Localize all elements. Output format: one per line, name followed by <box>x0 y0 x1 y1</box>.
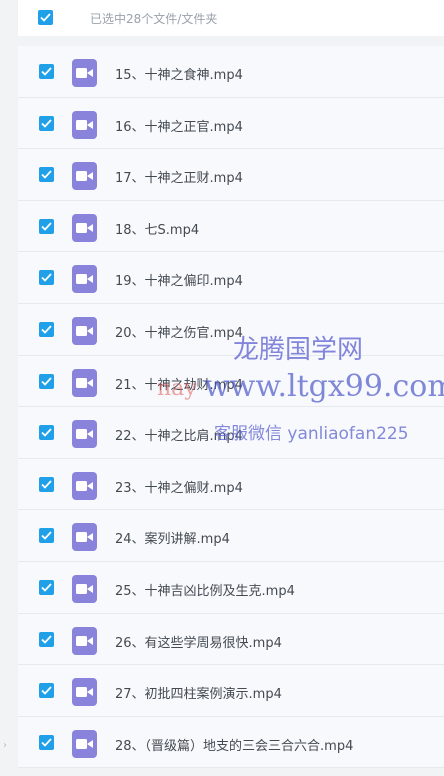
file-name[interactable]: 20、十神之伤官.mp4 <box>115 322 243 341</box>
selection-count-label: 已选中28个文件/文件夹 <box>90 12 218 26</box>
file-name[interactable]: 25、十神吉凶比例及生克.mp4 <box>115 580 295 599</box>
checkbox-checked-icon[interactable] <box>39 734 54 750</box>
checkbox-checked-icon[interactable] <box>39 64 54 79</box>
file-row[interactable]: 25、十神吉凶比例及生克.mp4 <box>18 561 444 614</box>
file-row[interactable]: 20、十神之伤官.mp4 <box>18 303 444 356</box>
file-row[interactable]: 24、案列讲解.mp4 <box>18 510 444 562</box>
file-row[interactable]: 22、十神之比肩.mp4 <box>18 407 444 459</box>
selection-header: 已选中28个文件/文件夹 <box>18 0 444 36</box>
checkbox-checked-icon[interactable] <box>39 579 54 595</box>
file-row[interactable]: 21、十神之劫财.mp4 <box>18 355 444 408</box>
file-row[interactable]: 28、（晋级篇）地支的三会三合六合.mp4 <box>18 716 444 769</box>
checkbox-checked-icon[interactable] <box>39 631 54 647</box>
file-row[interactable]: 27、初批四柱案例演示.mp4 <box>18 665 444 717</box>
select-all-checkbox[interactable] <box>38 10 53 25</box>
checkbox-checked-icon[interactable] <box>39 218 54 234</box>
video-file-icon <box>72 729 97 758</box>
file-row[interactable]: 23、十神之偏财.mp4 <box>18 458 444 511</box>
file-name[interactable]: 21、十神之劫财.mp4 <box>115 374 243 393</box>
file-row[interactable]: 16、十神之正官.mp4 <box>18 97 444 150</box>
file-name[interactable]: 17、十神之正财.mp4 <box>115 167 243 186</box>
checkbox-checked-icon[interactable] <box>39 321 54 337</box>
video-file-icon <box>72 678 97 707</box>
checkbox-checked-icon[interactable] <box>39 373 54 389</box>
file-name[interactable]: 19、十神之偏印.mp4 <box>115 270 243 289</box>
file-row[interactable]: 15、十神之食神.mp4 <box>18 46 444 98</box>
checkbox-checked-icon[interactable] <box>39 270 54 286</box>
checkbox-checked-icon[interactable] <box>39 476 54 492</box>
video-file-icon <box>72 574 97 603</box>
file-name[interactable]: 24、案列讲解.mp4 <box>115 528 230 547</box>
checkbox-checked-icon[interactable] <box>39 425 54 441</box>
video-file-icon <box>72 110 97 139</box>
file-row[interactable]: 26、有这些学周易很快.mp4 <box>18 613 444 666</box>
file-name[interactable]: 22、十神之比肩.mp4 <box>115 425 243 444</box>
video-file-icon <box>72 162 97 191</box>
video-file-icon <box>72 420 97 449</box>
checkbox-checked-icon[interactable] <box>39 115 54 131</box>
file-row[interactable]: 18、七S.mp4 <box>18 200 444 253</box>
video-file-icon <box>72 626 97 655</box>
file-row[interactable]: 17、十神之正财.mp4 <box>18 149 444 201</box>
checkbox-checked-icon[interactable] <box>39 683 54 699</box>
file-name[interactable]: 28、（晋级篇）地支的三会三合六合.mp4 <box>115 735 353 754</box>
file-name[interactable]: 15、十神之食神.mp4 <box>115 64 243 83</box>
video-file-icon <box>72 368 97 397</box>
file-name[interactable]: 27、初批四柱案例演示.mp4 <box>115 683 282 702</box>
checkbox-checked-icon[interactable] <box>39 167 54 183</box>
video-file-icon <box>72 471 97 500</box>
video-file-icon <box>72 59 97 87</box>
file-list: 15、十神之食神.mp4 16、十神之正官.mp4 17、十神之正财.mp4 18、七… <box>18 46 444 769</box>
file-name[interactable]: 16、十神之正官.mp4 <box>115 116 243 135</box>
video-file-icon <box>72 265 97 294</box>
video-file-icon <box>72 523 97 552</box>
file-name[interactable]: 26、有这些学周易很快.mp4 <box>115 632 282 651</box>
video-file-icon <box>72 316 97 345</box>
file-name[interactable]: 18、七S.mp4 <box>115 219 199 238</box>
scroll-indicator-icon: › <box>3 740 7 751</box>
video-file-icon <box>72 213 97 242</box>
file-row[interactable]: 19、十神之偏印.mp4 <box>18 252 444 304</box>
checkbox-checked-icon[interactable] <box>39 528 54 544</box>
file-name[interactable]: 23、十神之偏财.mp4 <box>115 477 243 496</box>
